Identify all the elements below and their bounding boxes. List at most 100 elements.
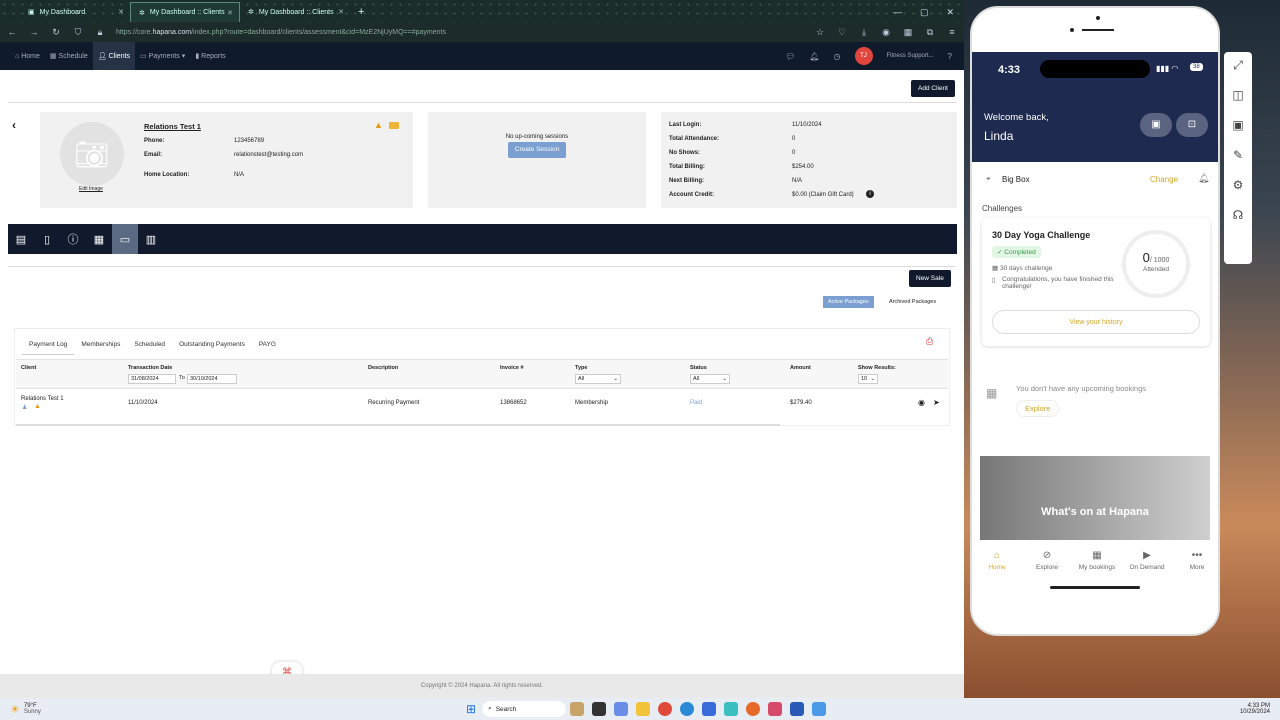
app-icon[interactable] xyxy=(812,702,827,716)
browser-tab[interactable]: ✲ My Dashboard :: Clients ✕ xyxy=(240,2,350,22)
info-icon[interactable]: i xyxy=(866,190,874,198)
chrome-icon[interactable] xyxy=(658,702,673,716)
tab-payg[interactable]: PAYG xyxy=(252,335,283,355)
bell-icon[interactable]: 🔔︎ xyxy=(1198,173,1209,184)
book-icon[interactable]: ▥ xyxy=(138,224,164,254)
camera-icon[interactable]: ◫ xyxy=(1232,88,1243,108)
chat-icon[interactable]: 💬︎ xyxy=(785,52,795,61)
view-icon[interactable]: ◉ xyxy=(918,398,925,407)
gear-icon[interactable]: ⚙ xyxy=(1233,178,1244,198)
browser-tab[interactable]: ▣ My Dashboard ✕ xyxy=(20,2,130,22)
tab-scheduled[interactable]: Scheduled xyxy=(127,335,172,355)
browser-tab-active[interactable]: ✲ My Dashboard :: Clients ✕ xyxy=(130,2,240,22)
row-client[interactable]: Relations Test 1 xyxy=(21,396,64,402)
edit-image-link[interactable]: Edit Image xyxy=(79,186,103,192)
new-sale-button[interactable]: New Sale xyxy=(909,270,951,287)
nav-payments[interactable]: ▭ Payments ▾ xyxy=(135,42,190,70)
star-icon[interactable]: ☆ xyxy=(814,27,826,38)
back-icon[interactable]: ← xyxy=(6,27,18,37)
close-icon[interactable]: ✕ xyxy=(338,8,344,16)
calendar-icon[interactable]: ▦ xyxy=(86,224,112,254)
phone-tab-home[interactable]: ⌂ Home xyxy=(972,546,1022,582)
scan-icon[interactable]: ⊡ xyxy=(1176,113,1208,137)
brush-icon[interactable]: ✎ xyxy=(1233,148,1243,168)
view-history-button[interactable]: View your history xyxy=(992,310,1200,334)
create-session-button[interactable]: Create Session xyxy=(508,142,566,158)
phone-tab-explore[interactable]: ⊘ Explore xyxy=(1022,546,1072,582)
app-icon[interactable] xyxy=(702,702,717,716)
app-icon[interactable] xyxy=(724,702,739,716)
show-results-select[interactable]: 10 ⌄ xyxy=(858,374,878,384)
extension-icon[interactable]: ▦ xyxy=(902,27,914,38)
puzzle-icon[interactable]: ⧉ xyxy=(924,27,936,38)
nav-reports[interactable]: ▮ Reports xyxy=(190,42,230,70)
date-from-input[interactable]: 31/08/2024 xyxy=(128,374,176,384)
reload-icon[interactable]: ↻ xyxy=(50,27,62,38)
avatar[interactable]: TJ xyxy=(854,47,873,65)
account-credit-link[interactable]: $0.00 (Claim Gift Card) xyxy=(792,192,854,198)
promo-banner[interactable]: What's on at Hapana xyxy=(980,456,1210,540)
back-arrow-icon[interactable]: ‹ xyxy=(12,118,16,132)
info-icon[interactable]: ⓘ xyxy=(60,224,86,254)
pocket-icon[interactable]: ♡ xyxy=(836,27,848,38)
record-icon[interactable]: ▣ xyxy=(1232,118,1243,138)
client-name[interactable]: Relations Test 1 xyxy=(144,122,201,131)
add-client-button[interactable]: Add Client xyxy=(911,80,955,97)
help-icon[interactable]: ? xyxy=(948,52,952,61)
menu-icon[interactable]: ≡ xyxy=(946,27,958,37)
expand-icon[interactable]: ⤢ xyxy=(1233,58,1243,78)
close-window-icon[interactable]: ✕ xyxy=(946,7,954,18)
document-icon[interactable]: ▯ xyxy=(34,224,60,254)
close-icon[interactable]: ✕ xyxy=(118,8,124,16)
copilot-icon[interactable] xyxy=(614,702,629,716)
nav-clients[interactable]: 👤︎ Clients xyxy=(92,42,136,70)
tab-payment-log[interactable]: Payment Log xyxy=(22,335,75,355)
support-icon[interactable]: ☊ xyxy=(1233,208,1244,228)
edge-icon[interactable] xyxy=(680,702,695,716)
account-menu[interactable]: Fitness Support... xyxy=(887,53,934,59)
weather-widget[interactable]: ☀ 79°F Sunny xyxy=(0,703,160,716)
lock-icon[interactable]: 🔒︎ xyxy=(94,27,106,38)
minimize-icon[interactable]: — xyxy=(893,7,902,17)
horizontal-scrollbar[interactable] xyxy=(16,424,780,426)
phone-tab-more[interactable]: ••• More xyxy=(1172,546,1218,582)
card-icon[interactable]: ▭ xyxy=(112,224,138,254)
firefox-icon[interactable] xyxy=(746,702,761,716)
pdf-export-icon[interactable]: ⎙ xyxy=(926,336,933,347)
nav-schedule[interactable]: ▦ Schedule xyxy=(45,42,93,70)
taskbar-clock[interactable]: 4:33 PM 10/29/2024 xyxy=(1240,703,1280,715)
archived-packages-button[interactable]: Archived Packages xyxy=(885,296,940,308)
date-to-input[interactable]: 30/10/2024 xyxy=(187,374,237,384)
explore-button[interactable]: Explore xyxy=(1016,400,1060,417)
file-explorer-icon[interactable] xyxy=(636,702,651,716)
send-icon[interactable]: ➤ xyxy=(933,398,940,407)
clock-icon[interactable]: ◷ xyxy=(834,52,841,61)
widget-app-icon[interactable] xyxy=(570,702,585,716)
taskbar-search[interactable]: ⌕ Search xyxy=(482,701,567,717)
challenge-card[interactable]: 30 Day Yoga Challenge ✓ Completed ▦ 30 d… xyxy=(982,218,1210,346)
type-select[interactable]: All ⌄ xyxy=(575,374,621,384)
task-view-icon[interactable] xyxy=(592,702,607,716)
status-select[interactable]: All ⌄ xyxy=(690,374,730,384)
active-packages-button[interactable]: Active Packages xyxy=(823,296,874,308)
tab-memberships[interactable]: Memberships xyxy=(74,335,127,355)
app-icon[interactable] xyxy=(768,702,783,716)
phone-tab-on-demand[interactable]: ▶ On Demand xyxy=(1122,546,1172,582)
phone-tab-bookings[interactable]: ▦ My bookings xyxy=(1072,546,1122,582)
bell-icon[interactable]: 🔔︎ xyxy=(809,52,819,61)
account-icon[interactable]: ◉ xyxy=(880,27,892,38)
qr-code-icon[interactable]: ▣ xyxy=(1140,113,1172,137)
forward-icon[interactable]: → xyxy=(28,27,40,37)
shield-icon[interactable]: ⛉ xyxy=(72,27,84,38)
nav-home[interactable]: ⌂ Home xyxy=(10,42,45,70)
download-icon[interactable]: ⤓ xyxy=(858,27,870,38)
new-tab-button[interactable]: + xyxy=(350,2,372,22)
change-location-button[interactable]: Change xyxy=(1150,175,1178,184)
word-icon[interactable] xyxy=(790,702,805,716)
maximize-icon[interactable]: ▢ xyxy=(920,7,929,18)
windows-start-icon[interactable]: ⊞ xyxy=(466,702,476,716)
close-icon[interactable]: ✕ xyxy=(227,9,233,17)
notes-icon[interactable]: ▤ xyxy=(8,224,34,254)
url-field[interactable]: https://core.hapana.com/index.php?route=… xyxy=(116,29,804,36)
tab-outstanding-payments[interactable]: Outstanding Payments xyxy=(172,335,252,355)
